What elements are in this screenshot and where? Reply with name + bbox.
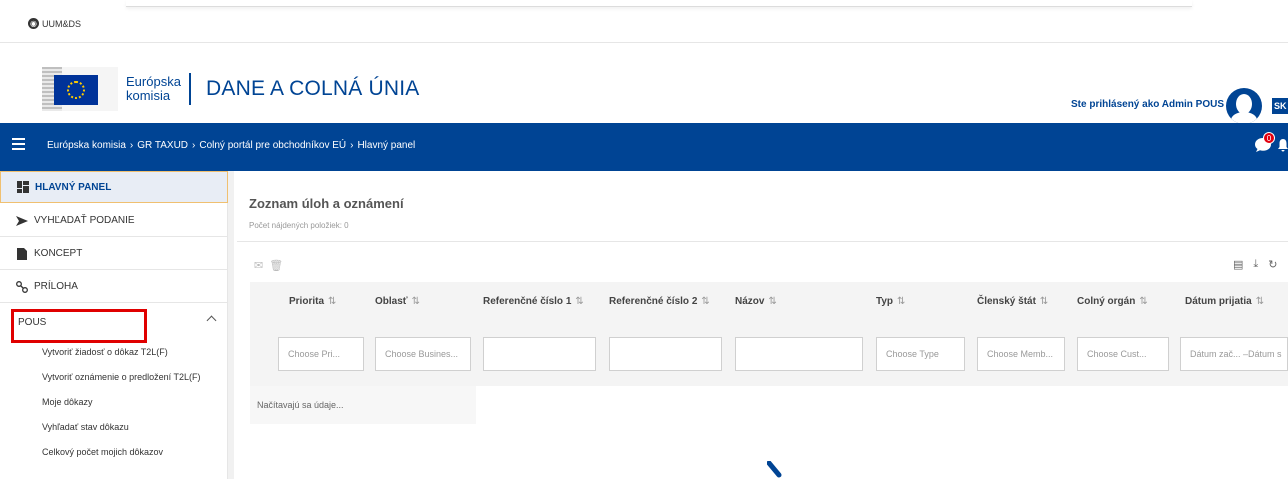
globe-icon: ◉ [28,18,39,29]
chevron-right-icon: › [192,140,196,151]
filter-type-select[interactable]: Choose Type [876,337,965,371]
trash-icon[interactable]: 🗑 [269,259,283,272]
breadcrumb-item[interactable]: GR TAXUD [137,140,188,151]
sidebar-subitem-my-proofs[interactable]: Moje dôkazy [0,390,228,414]
filter-ref2-input[interactable] [609,337,722,371]
filter-name-input[interactable] [735,337,863,371]
filter-ref1-input[interactable] [483,337,596,371]
filter-member-state-select[interactable]: Choose Memb... [977,337,1065,371]
column-header-area[interactable]: Oblasť ⇅ [375,296,420,307]
sidebar-subitem-total-proofs[interactable]: Celkový počet mojich dôkazov [0,440,228,464]
column-header-date-received[interactable]: Dátum prijatia ⇅ [1185,296,1264,307]
table-toolbar-right: ▤ ⤓ ↻ [1233,258,1278,271]
refresh-icon[interactable]: ↻ [1268,258,1277,271]
export-icon[interactable]: ⤓ [1253,258,1258,271]
sort-icon: ⇅ [1255,296,1265,307]
column-header-priority[interactable]: Priorita ⇅ [289,296,336,307]
result-count: Počet nájdených položiek: 0 [249,221,349,230]
language-selector[interactable]: SK [1272,98,1288,114]
nav-bar: Európska komisia › GR TAXUD › Colný port… [0,123,1288,171]
sidebar-item-label: VYHĽADAŤ PODANIE [34,215,135,226]
site-header: Európska komisia DANE A COLNÁ ÚNIA Ste p… [0,43,1288,124]
logo-text: Európska komisia [126,73,191,105]
filter-area-select[interactable]: Choose Busines... [375,337,471,371]
arrow-right-icon [16,215,28,227]
ec-logo[interactable]: Európska komisia [42,67,191,111]
mail-icon[interactable]: ✉ [254,259,263,272]
sidebar-item-label: PRÍLOHA [34,281,78,292]
column-header-name[interactable]: Názov ⇅ [735,296,777,307]
highlight-annotation-box [11,309,147,343]
loading-spinner-icon [767,461,782,478]
sort-icon: ⇅ [575,296,584,307]
logo-line-1: Európska [126,74,181,89]
dashboard-icon [17,181,29,193]
column-header-customs-office[interactable]: Colný orgán ⇅ [1077,296,1148,307]
chevron-right-icon: › [350,140,354,151]
breadcrumb-item[interactable]: Európska komisia [47,140,126,151]
sidebar-scrollbar[interactable] [228,171,234,479]
column-header-ref1[interactable]: Referenčné číslo 1 ⇅ [483,296,584,307]
filter-customs-office-select[interactable]: Choose Cust... [1077,337,1169,371]
breadcrumb-item[interactable]: Colný portál pre obchodníkov EÚ [199,140,346,151]
sidebar-item-label: KONCEPT [34,248,83,259]
sidebar-subitem-create-request[interactable]: Vytvoriť žiadosť o dôkaz T2L(F) [0,340,228,364]
chevron-right-icon: › [129,140,134,151]
sort-icon: ⇅ [768,296,777,307]
breadcrumb: Európska komisia › GR TAXUD › Colný port… [47,140,415,151]
chevron-up-icon [206,315,217,326]
top-shadow-bar [126,0,1192,7]
filter-date-range-input[interactable]: Dátum zač... –Dátum s [1180,337,1288,371]
file-icon [16,247,28,260]
environment-label: ◉ UUM&DS [28,18,81,29]
loading-text: Načítavajú sa údaje... [257,400,344,410]
column-header-type[interactable]: Typ ⇅ [876,296,905,307]
sidebar-item-draft[interactable]: KONCEPT [0,238,228,270]
notification-badge: 0 [1263,132,1275,144]
sort-icon: ⇅ [897,296,906,307]
sidebar-item-attachment[interactable]: PRÍLOHA [0,271,228,303]
columns-icon[interactable]: ▤ [1233,258,1243,271]
logo-line-2: komisia [126,88,171,103]
user-avatar-icon[interactable] [1226,88,1262,124]
logged-in-user[interactable]: Ste prihlásený ako Admin POUS [1071,99,1224,110]
sidebar-item-dashboard[interactable]: HLAVNÝ PANEL [0,171,228,203]
breadcrumb-item: Hlavný panel [357,140,416,151]
paperclip-icon [16,280,28,293]
sidebar-subitem-search-status[interactable]: Vyhľadať stav dôkazu [0,415,228,439]
divider [237,241,1288,242]
page-title: Zoznam úloh a oznámení [249,196,404,211]
sort-icon: ⇅ [1139,296,1148,307]
column-header-ref2[interactable]: Referenčné číslo 2 ⇅ [609,296,710,307]
top-strip: ◉ UUM&DS [0,0,1288,43]
column-header-member-state[interactable]: Členský štát ⇅ [977,296,1048,307]
sidebar-item-search[interactable]: VYHĽADAŤ PODANIE [0,205,228,237]
sort-icon: ⇅ [701,296,710,307]
environment-text: UUM&DS [42,18,82,29]
sort-icon: ⇅ [1039,296,1049,307]
eu-flag-icon [42,67,118,111]
sort-icon: ⇅ [411,296,420,307]
menu-icon[interactable] [12,138,25,150]
site-title: DANE A COLNÁ ÚNIA [206,77,420,100]
filter-priority-select[interactable]: Choose Pri... [278,337,364,371]
sort-icon: ⇅ [328,296,337,307]
sidebar-subitem-create-notification[interactable]: Vytvoriť oznámenie o predložení T2L(F) [0,365,228,389]
table-toolbar-left: ✉ 🗑 [254,259,283,272]
task-table: Priorita ⇅ Oblasť ⇅ Referenčné číslo 1 ⇅ Re… [250,282,1288,386]
bell-icon[interactable] [1278,138,1288,152]
sidebar-item-label: HLAVNÝ PANEL [35,181,112,193]
